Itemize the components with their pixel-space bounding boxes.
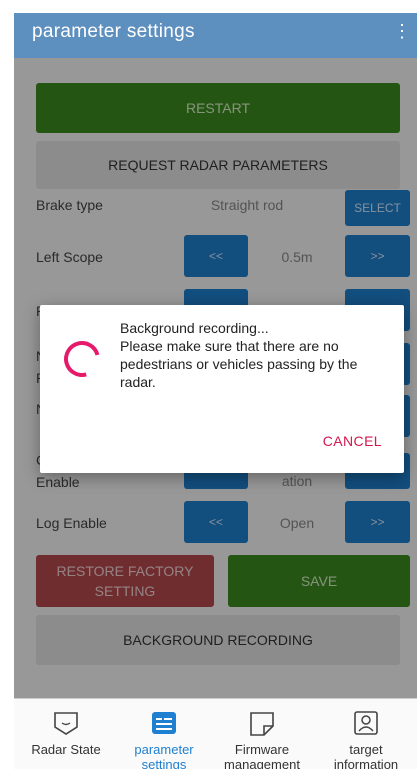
nav-label-firmware-management: Firmware management [224,742,300,769]
target-info-icon [354,711,378,735]
radar-state-icon [54,712,78,735]
nav-item-firmware-management[interactable]: Firmware management [214,699,310,769]
nav-label-parameter-settings: parameter settings [134,742,194,769]
nav-label-radar-state: Radar State [31,742,101,757]
loading-spinner-icon [57,334,107,384]
page-title: parameter settings [32,21,195,42]
bottom-navigation: Radar State parameter settings Firmware … [14,698,417,769]
dialog-cancel-button[interactable]: CANCEL [323,433,382,449]
nav-item-target-information[interactable]: target information [318,699,414,769]
nav-label-target-information: target information [333,742,399,769]
nav-item-parameter-settings[interactable]: parameter settings [116,699,212,769]
overflow-menu-icon[interactable]: ⋮ [393,21,411,42]
dialog-message: Background recording... Please make sure… [120,320,358,390]
app-bar: parameter settings ⋮ [14,13,417,58]
parameter-settings-icon [152,712,176,734]
app-frame: parameter settings ⋮ RESTART REQUEST RAD… [14,13,417,769]
firmware-icon [250,712,274,736]
background-recording-dialog: Background recording... Please make sure… [40,305,404,473]
nav-item-radar-state[interactable]: Radar State [18,699,114,769]
